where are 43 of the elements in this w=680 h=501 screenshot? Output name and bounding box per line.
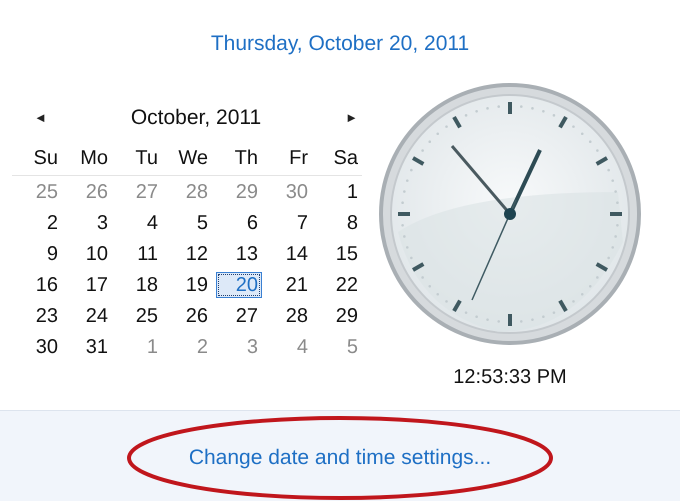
calendar-day[interactable]: 31 xyxy=(82,334,112,360)
calendar-day[interactable]: 28 xyxy=(282,302,312,328)
calendar-day[interactable]: 25 xyxy=(132,302,162,328)
calendar-day[interactable]: 19 xyxy=(182,272,212,298)
calendar-day[interactable]: 1 xyxy=(342,178,362,204)
calendar-day[interactable]: 29 xyxy=(332,302,362,328)
date-heading[interactable]: Thursday, October 20, 2011 xyxy=(210,28,470,60)
month-title[interactable]: October, 2011 xyxy=(130,102,262,133)
calendar-day[interactable]: 26 xyxy=(182,302,212,328)
calendar-day[interactable]: 24 xyxy=(82,302,112,328)
calendar-day[interactable]: 22 xyxy=(332,272,362,298)
calendar-day[interactable]: 16 xyxy=(32,272,62,298)
time-label: 12:53:33 PM xyxy=(453,364,567,390)
weekday-label: Fr xyxy=(289,146,308,171)
calendar-day[interactable]: 18 xyxy=(132,272,162,298)
calendar-day[interactable]: 6 xyxy=(242,210,262,236)
calendar-day[interactable]: 27 xyxy=(232,302,262,328)
calendar-day[interactable]: 21 xyxy=(282,272,312,298)
calendar-day[interactable]: 15 xyxy=(332,240,362,266)
weekday-label: We xyxy=(178,146,208,171)
calendar-day[interactable]: 8 xyxy=(342,210,362,236)
calendar-day[interactable]: 7 xyxy=(292,210,312,236)
calendar-day[interactable]: 13 xyxy=(232,240,262,266)
weekday-label: Sa xyxy=(334,146,358,171)
calendar-day[interactable]: 4 xyxy=(142,210,162,236)
previous-month-button[interactable]: ◄ xyxy=(34,108,47,127)
calendar-day[interactable]: 12 xyxy=(182,240,212,266)
calendar-day[interactable]: 3 xyxy=(92,210,112,236)
calendar-day[interactable]: 11 xyxy=(133,240,162,266)
calendar-day[interactable]: 2 xyxy=(42,210,62,236)
weekday-label: Su xyxy=(34,146,58,171)
calendar-day[interactable]: 17 xyxy=(82,272,112,298)
weekday-label: Mo xyxy=(80,146,108,171)
calendar-day[interactable]: 10 xyxy=(82,240,112,266)
weekday-label: Th xyxy=(234,146,258,171)
calendar-day[interactable]: 14 xyxy=(282,240,312,266)
calendar-day[interactable]: 9 xyxy=(42,240,62,266)
calendar-day[interactable]: 30 xyxy=(32,334,62,360)
calendar-day[interactable]: 20 xyxy=(216,272,262,298)
next-month-button[interactable]: ► xyxy=(345,108,358,127)
weekday-label: Tu xyxy=(135,146,158,171)
calendar-day[interactable]: 5 xyxy=(192,210,212,236)
calendar-day[interactable]: 23 xyxy=(32,302,62,328)
